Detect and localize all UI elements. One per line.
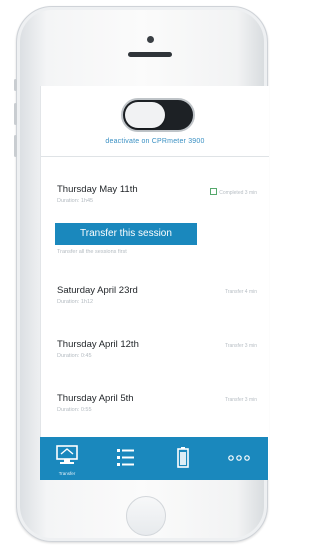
session-subtitle: Duration: 1h45	[57, 198, 94, 204]
tab-transfer[interactable]: Transfer	[44, 437, 90, 480]
volume-down-button	[14, 135, 17, 157]
mute-switch	[14, 79, 17, 91]
bottom-tab-bar: Transfer	[40, 437, 268, 480]
session-status: Transfer 4 min	[224, 289, 257, 295]
session-status-text: Completed 3 min	[219, 190, 257, 196]
checkbox-icon	[210, 188, 218, 195]
app-screen: deactivate on CPRmeter 3900 Thursday May…	[40, 86, 269, 480]
tab-battery[interactable]	[160, 437, 206, 480]
session-row[interactable]: Thursday April 12th Duration: 0:45 Trans…	[57, 339, 257, 369]
session-row[interactable]: Thursday April 5th Duration: 0:55 Transf…	[57, 393, 257, 423]
transfer-note: Transfer all the sessions first	[57, 249, 127, 255]
tab-sessions[interactable]	[102, 437, 148, 480]
device-toggle-wrapper	[121, 98, 195, 132]
session-status: Transfer 3 min	[224, 397, 257, 403]
session-subtitle: Duration: 0:55	[57, 407, 92, 413]
session-status: Completed 3 min	[210, 188, 257, 196]
more-icon	[216, 455, 262, 484]
session-date: Saturday April 23rd	[57, 285, 138, 296]
session-date: Thursday May 11th	[57, 184, 138, 195]
header-divider	[41, 156, 269, 157]
session-date: Thursday April 12th	[57, 339, 139, 350]
transfer-session-button[interactable]: Transfer this session	[55, 223, 197, 245]
front-camera	[147, 36, 154, 43]
volume-up-button	[14, 103, 17, 125]
list-icon	[102, 449, 148, 484]
device-toggle[interactable]	[121, 98, 195, 132]
home-button[interactable]	[126, 496, 166, 536]
tab-more[interactable]	[216, 437, 262, 480]
session-subtitle: Duration: 0:45	[57, 353, 92, 359]
session-subtitle: Duration: 1h12	[57, 299, 94, 305]
session-row[interactable]: Saturday April 23rd Duration: 1h12 Trans…	[57, 285, 257, 315]
battery-icon	[160, 447, 206, 484]
session-date: Thursday April 5th	[57, 393, 134, 404]
tab-transfer-label: Transfer	[58, 471, 76, 476]
session-status: Transfer 3 min	[224, 343, 257, 349]
device-name-label[interactable]: deactivate on CPRmeter 3900	[41, 138, 269, 145]
device-toggle-knob	[125, 102, 165, 128]
earpiece-speaker	[128, 52, 172, 57]
session-row[interactable]: Thursday May 11th Duration: 1h45 Complet…	[57, 184, 257, 214]
